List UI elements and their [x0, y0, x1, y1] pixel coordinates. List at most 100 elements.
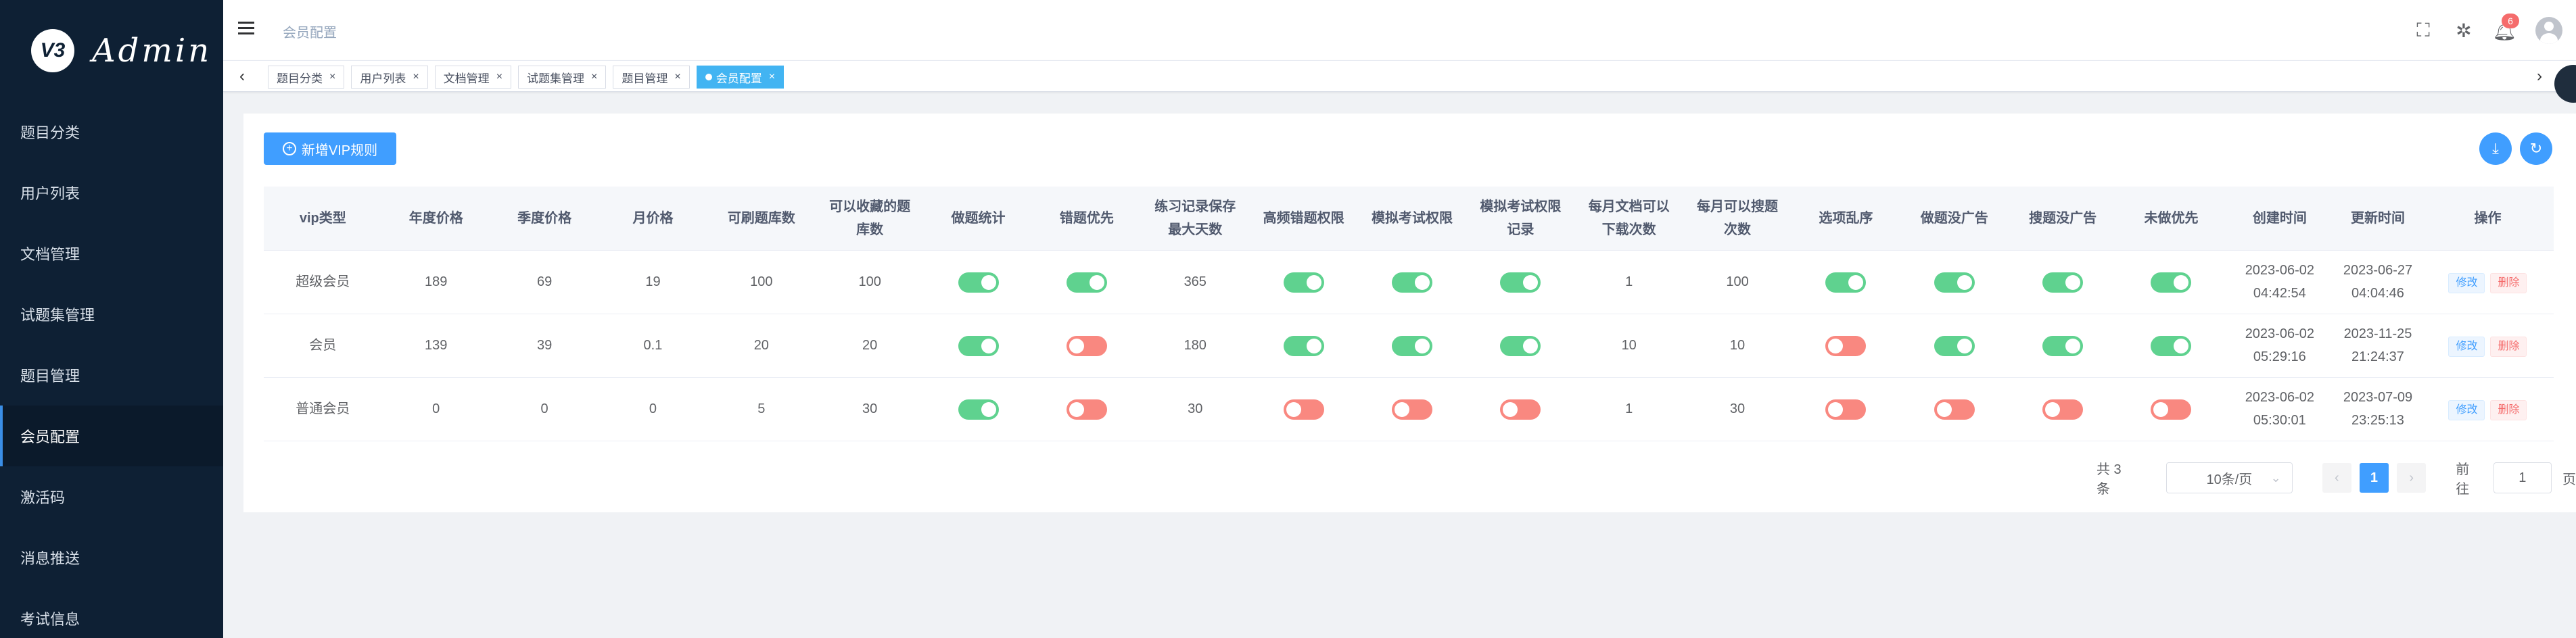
delete-button[interactable]: 删除 [2490, 337, 2527, 357]
toggle-switch[interactable] [2151, 399, 2192, 420]
toggle-switch[interactable] [2151, 272, 2192, 293]
toggle-switch[interactable] [1283, 335, 1324, 356]
download-icon[interactable]: ⤓ [2479, 132, 2512, 165]
sidebar-item-membership[interactable]: 会员配置 [0, 406, 223, 466]
pagination-total: 共 3 条 [2097, 462, 2122, 497]
toggle-switch[interactable] [1283, 272, 1324, 293]
add-vip-rule-button[interactable]: + 新增VIP规则 [264, 132, 396, 165]
toggle-switch[interactable] [1500, 272, 1541, 293]
edit-button[interactable]: 修改 [2448, 337, 2485, 357]
column-header: 每月文档可以下载次数 [1574, 187, 1683, 251]
sidebar-item-questions[interactable]: 题目管理 [0, 345, 223, 406]
chevron-down-icon: ⌄ [2270, 470, 2281, 485]
close-icon[interactable]: × [329, 71, 335, 83]
column-header: 操作 [2421, 187, 2554, 251]
table-cell: 普通会员 [264, 377, 382, 441]
toggle-switch[interactable] [2042, 272, 2084, 293]
edit-button[interactable]: 修改 [2448, 273, 2485, 293]
table-cell: 超级会员 [264, 250, 382, 314]
tag-label: 题目管理 [622, 72, 668, 85]
table-row: 普通会员 0 0 0 5 30 30 1 30 2023-06-02 05:30:01 2023-07… [264, 377, 2554, 441]
sidebar-item-documents[interactable]: 文档管理 [0, 223, 223, 284]
sidebar-item-question-sets[interactable]: 试题集管理 [0, 284, 223, 345]
toggle-switch[interactable] [958, 272, 999, 293]
tag-label: 用户列表 [360, 72, 406, 85]
tag-label: 会员配置 [716, 72, 762, 85]
toggle-switch[interactable] [958, 399, 999, 420]
toggle-switch[interactable] [1391, 272, 1432, 293]
toggle-switch[interactable] [1391, 399, 1432, 420]
tags-view-bar: ‹ 题目分类 × 用户列表 × 文档管理 × 试题集管理 × 题目管理 × 会员配置 × › [223, 61, 2576, 92]
breadcrumb[interactable]: 会员配置 [283, 22, 337, 41]
delete-button[interactable]: 删除 [2490, 273, 2527, 293]
sidebar-item-exam-info[interactable]: 考试信息 [0, 588, 223, 638]
top-header: 会员配置 ⛶ ✲ 🔔︎ 6 [223, 0, 2576, 61]
avatar[interactable] [2535, 17, 2562, 44]
toggle-switch[interactable] [958, 335, 999, 356]
toggle-cell [924, 377, 1033, 441]
toggle-switch[interactable] [1066, 335, 1107, 356]
toggle-cell [924, 250, 1033, 314]
toggle-switch[interactable] [1500, 335, 1541, 356]
toggle-switch[interactable] [2151, 335, 2192, 356]
toggle-switch[interactable] [1391, 335, 1432, 356]
sparkle-icon[interactable]: ✲ [2443, 14, 2484, 47]
bell-icon[interactable]: 🔔︎ 6 [2484, 14, 2525, 47]
close-icon[interactable]: × [496, 71, 502, 83]
edit-button[interactable]: 修改 [2448, 400, 2485, 420]
chevron-right-icon[interactable]: › [2526, 65, 2553, 88]
toggle-switch[interactable] [1934, 335, 1975, 356]
sidebar-item-push-messages[interactable]: 消息推送 [0, 527, 223, 588]
table-cell: 0 [490, 377, 599, 441]
goto-page-input[interactable]: 1 [2493, 462, 2552, 493]
fullscreen-icon[interactable]: ⛶ [2403, 14, 2443, 47]
table-cell: 20 [816, 314, 924, 378]
tag-user-list[interactable]: 用户列表 × [351, 66, 428, 89]
column-header: 未做优先 [2117, 187, 2226, 251]
page-number-button[interactable]: 1 [2359, 463, 2389, 493]
tag-questions[interactable]: 题目管理 × [613, 66, 690, 89]
toggle-switch[interactable] [2042, 399, 2084, 420]
toggle-switch[interactable] [1066, 399, 1107, 420]
toggle-switch[interactable] [1500, 399, 1541, 420]
created-time-cell: 2023-06-02 05:30:01 [2225, 377, 2335, 441]
created-date: 2023-06-02 [2245, 326, 2314, 341]
toggle-switch[interactable] [1066, 272, 1107, 293]
toggle-switch[interactable] [1825, 335, 1867, 356]
toggle-cell [1466, 250, 1575, 314]
prev-page-button[interactable]: ‹ [2322, 463, 2351, 493]
toggle-switch[interactable] [1825, 272, 1867, 293]
sidebar-item-question-category[interactable]: 题目分类 [0, 101, 223, 162]
plus-circle-icon: + [282, 142, 296, 155]
updated-time-cell: 2023-07-09 23:25:13 [2334, 377, 2422, 441]
tag-question-sets[interactable]: 试题集管理 × [518, 66, 607, 89]
delete-button[interactable]: 删除 [2490, 400, 2527, 420]
close-icon[interactable]: × [674, 71, 680, 83]
close-icon[interactable]: × [413, 71, 419, 83]
toggle-switch[interactable] [1283, 399, 1324, 420]
toggle-switch[interactable] [1934, 272, 1975, 293]
logo[interactable]: V3 Admin [0, 0, 223, 101]
actions-cell: 修改 删除 [2421, 314, 2554, 378]
column-header: 搜题没广告 [2008, 187, 2117, 251]
tag-question-category[interactable]: 题目分类 × [268, 66, 345, 89]
page-suffix-label: 页 [2562, 472, 2576, 487]
tag-documents[interactable]: 文档管理 × [434, 66, 512, 89]
toggle-switch[interactable] [2042, 335, 2084, 356]
close-icon[interactable]: × [769, 71, 775, 83]
sidebar-item-activation-code[interactable]: 激活码 [0, 466, 223, 527]
toggle-switch[interactable] [1825, 399, 1867, 420]
page-size-select[interactable]: 10条/页 ⌄ [2166, 462, 2293, 493]
toggle-switch[interactable] [1934, 399, 1975, 420]
sidebar-item-user-list[interactable]: 用户列表 [0, 162, 223, 223]
toggle-cell [2008, 314, 2117, 378]
refresh-icon[interactable]: ↻ [2520, 132, 2552, 165]
hamburger-icon[interactable] [238, 22, 254, 35]
tag-membership[interactable]: 会员配置 × [696, 66, 784, 89]
next-page-button[interactable]: › [2397, 463, 2427, 493]
updated-date: 2023-11-25 [2343, 326, 2412, 341]
column-header: 月价格 [599, 187, 707, 251]
close-icon[interactable]: × [591, 71, 597, 83]
chevron-left-icon[interactable]: ‹ [229, 65, 256, 88]
column-header: 可以收藏的题库数 [816, 187, 924, 251]
